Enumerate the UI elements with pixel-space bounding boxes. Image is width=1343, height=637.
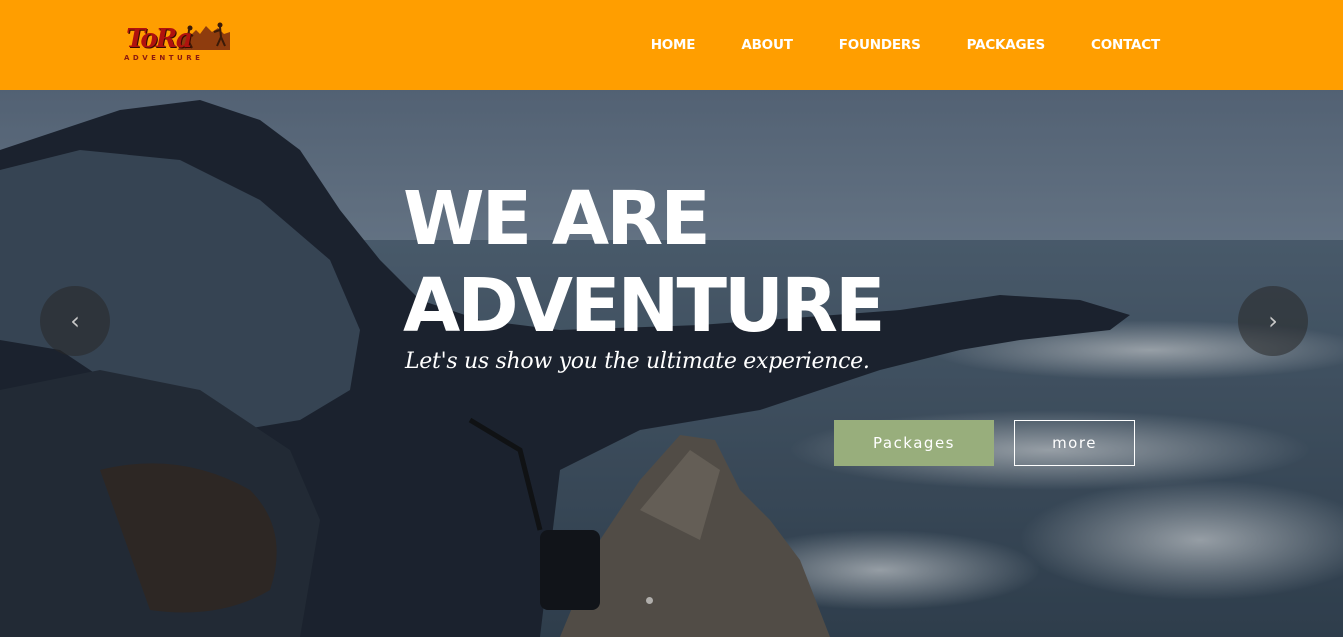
slider-next-button[interactable]: › (1238, 286, 1308, 356)
hero-headline: WE ARE ADVENTURE (403, 176, 886, 350)
site-header: ToRa ADVENTURE HOME ABOUT FOUNDERS PACKA… (0, 0, 1343, 90)
hero-tagline: Let's us show you the ultimate experienc… (405, 349, 870, 374)
main-nav: HOME ABOUT FOUNDERS PACKAGES CONTACT (651, 0, 1161, 90)
logo-wordmark: ToRa (126, 24, 193, 54)
nav-contact[interactable]: CONTACT (1091, 37, 1160, 53)
nav-founders[interactable]: FOUNDERS (839, 37, 921, 53)
hero-headline-line2: ADVENTURE (403, 263, 886, 349)
hero-headline-line1: WE ARE (403, 176, 711, 262)
chevron-left-icon: ‹ (70, 307, 80, 335)
nav-packages[interactable]: PACKAGES (967, 37, 1046, 53)
more-button[interactable]: more (1014, 420, 1135, 466)
brand-logo[interactable]: ToRa ADVENTURE (124, 22, 232, 66)
nav-about[interactable]: ABOUT (741, 37, 793, 53)
packages-button[interactable]: Packages (834, 420, 994, 466)
logo-subtitle: ADVENTURE (124, 54, 204, 62)
nav-home[interactable]: HOME (651, 37, 696, 53)
hero-slider: WE ARE ADVENTURE Let's us show you the u… (0, 90, 1343, 637)
slider-indicator-dot[interactable] (646, 597, 653, 604)
slider-prev-button[interactable]: ‹ (40, 286, 110, 356)
chevron-right-icon: › (1268, 307, 1278, 335)
